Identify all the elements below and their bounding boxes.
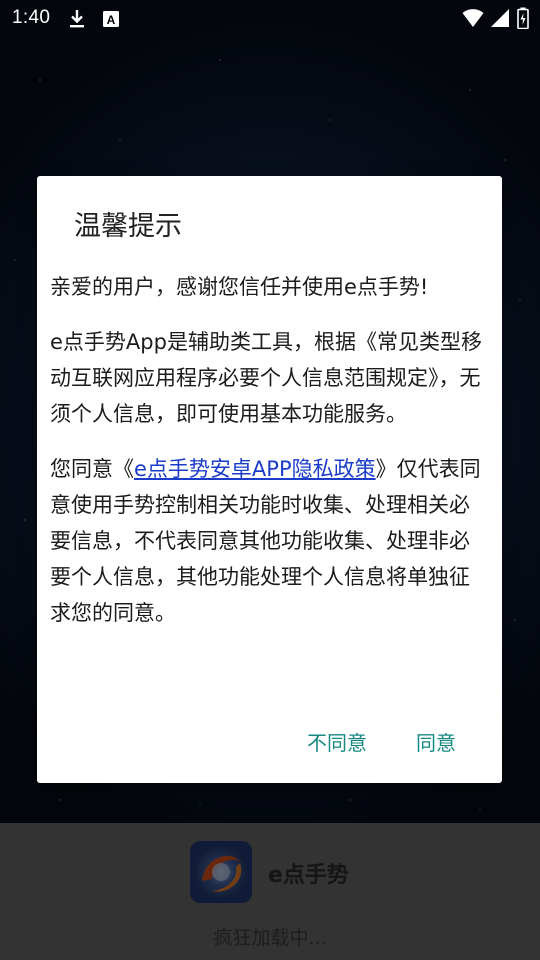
battery-icon [517, 7, 529, 33]
privacy-policy-link[interactable]: e点手势安卓APP隐私政策 [134, 457, 376, 481]
disagree-button[interactable]: 不同意 [307, 721, 367, 765]
agree-button[interactable]: 同意 [416, 721, 456, 765]
consent-paragraph: 您同意《e点手势安卓APP隐私政策》仅代表同意使用手势控制相关功能时收集、处理相… [50, 451, 490, 631]
download-icon [68, 9, 86, 33]
consent-suffix: 》仅代表同意使用手势控制相关功能时收集、处理相关必要信息，不代表同意其他功能收集… [50, 457, 481, 625]
privacy-dialog: 温馨提示 亲爱的用户，感谢您信任并使用e点手势! e点手势App是辅助类工具，根… [37, 176, 502, 783]
info-paragraph: e点手势App是辅助类工具，根据《常见类型移动互联网应用程序必要个人信息范围规定… [50, 330, 482, 426]
accessibility-icon: A [102, 9, 120, 33]
status-bar: 1:40 A [0, 0, 540, 38]
status-time: 1:40 [12, 7, 51, 28]
wifi-icon [462, 8, 484, 32]
consent-prefix: 您同意《 [50, 457, 134, 481]
dialog-body: 亲爱的用户，感谢您信任并使用e点手势! e点手势App是辅助类工具，根据《常见类… [50, 269, 490, 650]
greeting-text: 亲爱的用户，感谢您信任并使用e点手势! [50, 275, 429, 299]
signal-icon [490, 8, 510, 32]
dialog-actions: 不同意 同意 [37, 721, 502, 765]
svg-text:A: A [107, 13, 116, 27]
dialog-title: 温馨提示 [74, 211, 182, 242]
